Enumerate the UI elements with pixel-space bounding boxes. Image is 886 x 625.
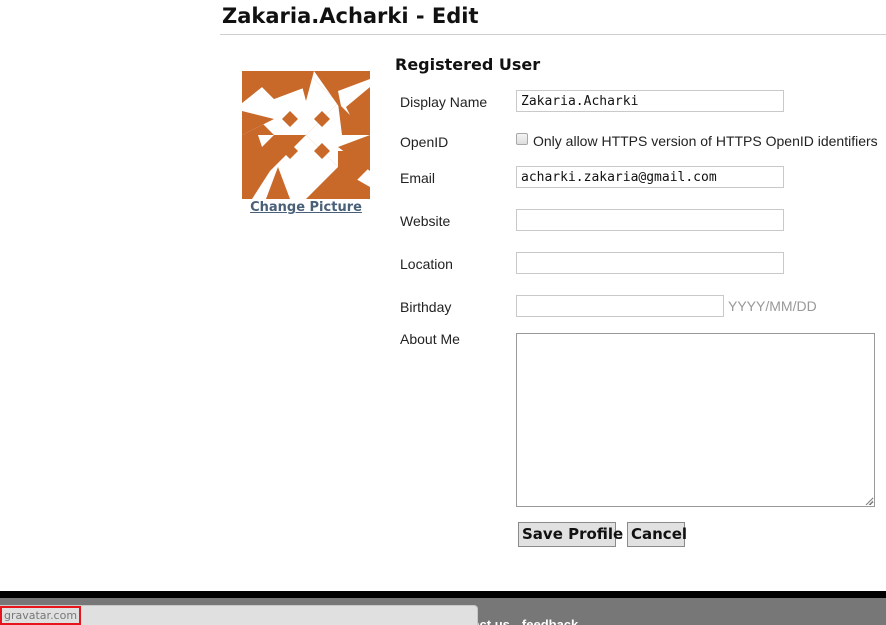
birthday-format-hint: YYYY/MM/DD — [728, 298, 817, 314]
change-picture-link[interactable]: Change Picture — [242, 200, 370, 215]
about-me-label: About Me — [400, 331, 460, 347]
status-url-text: gravatar.com — [0, 606, 81, 625]
avatar[interactable] — [242, 71, 370, 199]
birthday-label: Birthday — [400, 299, 452, 315]
save-profile-button[interactable]: Save Profile — [518, 522, 623, 547]
email-label: Email — [400, 170, 436, 186]
section-heading: Registered User — [395, 55, 541, 74]
display-name-input[interactable] — [516, 90, 784, 112]
display-name-label: Display Name — [400, 94, 488, 110]
location-input[interactable] — [516, 252, 784, 274]
https-only-checkbox[interactable] — [516, 133, 528, 145]
footer-link-feedback[interactable]: feedback — [522, 617, 578, 625]
birthday-input[interactable] — [516, 295, 724, 317]
email-input[interactable] — [516, 166, 784, 188]
https-only-checkbox-label[interactable]: Only allow HTTPS version of HTTPS OpenID… — [533, 133, 878, 149]
website-input[interactable] — [516, 209, 784, 231]
about-me-textarea[interactable] — [516, 333, 875, 507]
openid-label: OpenID — [400, 134, 449, 150]
cancel-button[interactable]: Cancel — [627, 522, 687, 547]
location-label: Location — [400, 256, 453, 272]
footer-top-band — [0, 591, 886, 598]
identicon-avatar-icon — [242, 71, 370, 199]
title-divider — [220, 34, 886, 35]
website-label: Website — [400, 213, 451, 229]
page-title: Zakaria.Acharki - Edit — [222, 4, 479, 28]
footer-links: tact us feedback — [468, 617, 590, 625]
